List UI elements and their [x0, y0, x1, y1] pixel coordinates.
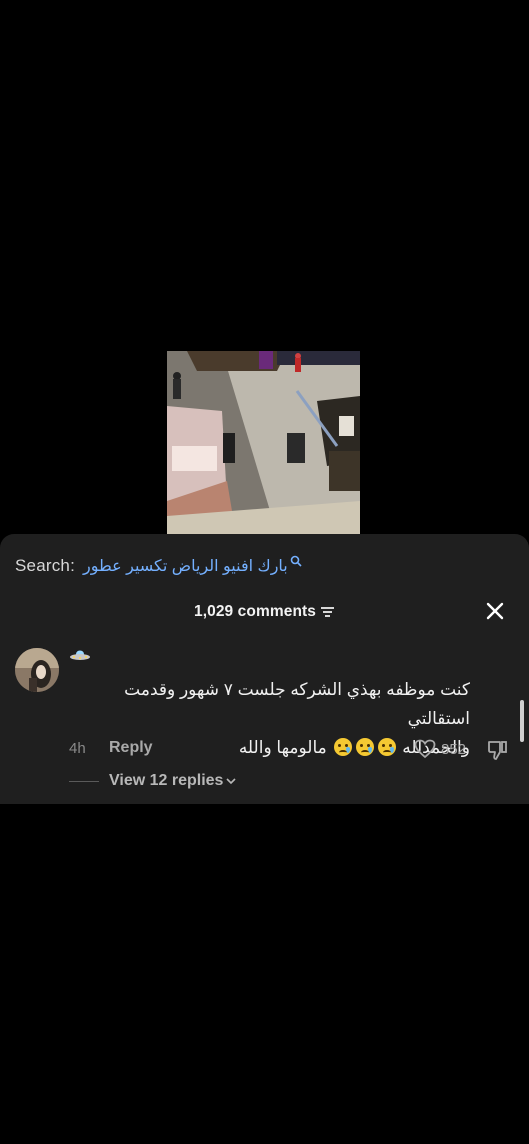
comments-header: 1,029 comments — [0, 601, 529, 623]
like-button[interactable]: 852 — [414, 738, 466, 760]
filter-icon[interactable] — [320, 606, 335, 618]
chevron-down-icon — [226, 778, 237, 785]
thumbs-down-icon[interactable] — [487, 739, 509, 761]
scrollbar[interactable] — [520, 700, 524, 742]
comment-line-1: كنت موظفه بهذي الشركه جلست ٧ شهور وقدمت … — [124, 680, 470, 728]
view-replies[interactable]: View 12 replies — [69, 770, 237, 792]
ufo-icon — [70, 650, 90, 660]
search-prefix-label: Search: — [15, 556, 75, 575]
search-suggestion[interactable]: Search: بارك افنيو الرياض تكسير عطور — [15, 554, 519, 578]
comment-line-2-end: مالومها والله — [238, 738, 327, 757]
avatar[interactable] — [15, 648, 59, 692]
avatar-image — [15, 648, 59, 692]
view-replies-label: View 12 replies — [109, 772, 224, 789]
crying-face-emoji — [377, 738, 396, 756]
username-row[interactable] — [69, 647, 91, 663]
video-thumbnail[interactable] — [167, 351, 360, 534]
replies-divider — [69, 780, 99, 782]
mall-scene-image — [167, 351, 360, 534]
crying-face-emoji — [333, 738, 352, 756]
reply-button[interactable]: Reply — [109, 739, 153, 757]
comments-sheet: Search: بارك افنيو الرياض تكسير عطور 1,0… — [0, 534, 529, 804]
comment-count: 1,029 comments — [193, 603, 317, 620]
search-icon — [290, 555, 302, 567]
close-icon[interactable] — [484, 600, 506, 622]
like-count: 852 — [441, 740, 467, 758]
comment-time: 4h — [69, 740, 86, 757]
search-query-link[interactable]: بارك افنيو الرياض تكسير عطور — [83, 556, 288, 576]
heart-outline-icon — [414, 739, 436, 759]
crying-face-emoji — [355, 738, 374, 756]
